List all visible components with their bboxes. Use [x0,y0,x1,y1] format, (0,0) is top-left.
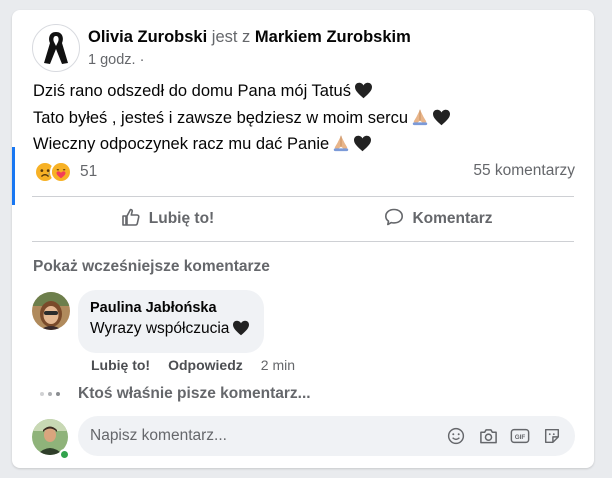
reaction-count: 51 [80,163,98,180]
focus-indicator [12,147,15,205]
black-heart-icon [232,320,250,343]
black-heart-icon [354,82,373,107]
like-label: Lubię to! [148,210,215,227]
comments-count-link[interactable]: 55 komentarzy [473,162,575,180]
post-line-text: Dziś rano odszedł do domu Pana mój Tatuś [33,82,351,100]
black-heart-icon [432,109,451,134]
typing-text: Ktoś właśnie pisze komentarz... [78,385,311,402]
post-title: Olivia Zurobski jest z Markiem Zurobskim [88,28,411,47]
svg-text:GIF: GIF [515,434,526,441]
like-button[interactable]: Lubię to! [32,197,303,241]
comment-author[interactable]: Paulina Jabłońska [90,299,250,318]
comment-reply-button[interactable]: Odpowiedz [168,357,243,373]
author-name[interactable]: Olivia Zurobski [88,28,207,46]
post-line: Wieczny odpoczynek racz mu dać Panie [33,133,451,160]
post-card: Olivia Zurobski jest z Markiem Zurobskim… [12,10,594,468]
comment-label: Komentarz [412,210,493,227]
meta-separator: · [139,52,145,68]
divider [32,241,574,242]
reactions-summary[interactable]: 51 [34,160,97,184]
comment-button[interactable]: Komentarz [303,197,574,241]
typing-dots-icon [40,392,60,396]
care-reaction-icon [50,161,72,183]
comment-bubble[interactable]: Paulina Jabłońska Wyrazy współczucia [78,290,265,353]
sticker-icon[interactable] [542,426,562,446]
speech-bubble-icon [384,207,412,232]
post-meta: 1 godz. · [88,52,144,68]
post-actions: Lubię to! Komentarz [32,197,574,241]
comment-time[interactable]: 2 min [261,357,295,373]
comment-actions: Lubię to! Odpowiedz 2 min [91,357,295,373]
with-text: jest z [211,28,251,46]
show-previous-comments-link[interactable]: Pokaż wcześniejsze komentarze [33,258,270,276]
thumbs-up-icon [121,207,149,232]
post-line: Dziś rano odszedł do domu Pana mój Tatuś [33,80,451,107]
avatar[interactable] [32,292,70,330]
gif-icon[interactable]: GIF [510,426,530,446]
folded-hands-icon [332,134,350,160]
comment-like-button[interactable]: Lubię to! [91,357,150,373]
black-heart-icon [353,135,372,160]
post-header: Olivia Zurobski jest z Markiem Zurobskim… [32,22,584,74]
post-time[interactable]: 1 godz. [88,52,136,68]
post-line: Tato byłeś , jesteś i zawsze będziesz w … [33,107,451,134]
composer-toolbar: GIF [446,426,562,446]
comment-text: Wyrazy współczucia [90,318,250,343]
emoji-icon[interactable] [446,426,466,446]
post-line-text: Wieczny odpoczynek racz mu dać Panie [33,135,330,153]
black-ribbon-icon[interactable] [32,24,80,72]
online-status-indicator [59,449,70,460]
comment-text-content: Wyrazy współczucia [90,320,230,337]
camera-icon[interactable] [478,426,498,446]
typing-indicator: Ktoś właśnie pisze komentarz... [40,385,311,403]
folded-hands-icon [411,108,429,134]
post-text: Dziś rano odszedł do domu Pana mój Tatuś… [33,80,451,160]
tagged-name[interactable]: Markiem Zurobskim [255,28,411,46]
post-line-text: Tato byłeś , jesteś i zawsze będziesz w … [33,108,409,127]
